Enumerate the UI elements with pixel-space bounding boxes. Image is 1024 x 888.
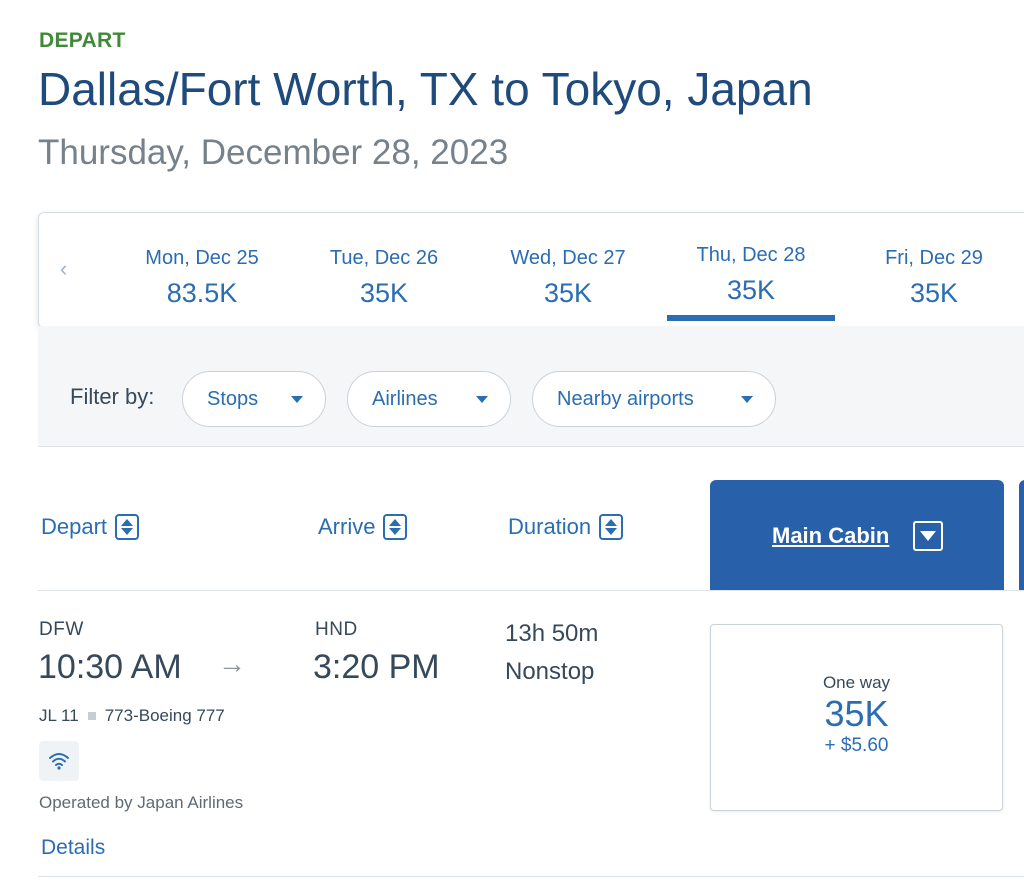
departure-time: 10:30 AM [38,648,182,686]
operated-by: Operated by Japan Airlines [39,793,244,812]
date-tab-day: Wed, Dec 27 [510,247,626,269]
date-tab-price: 35K [726,275,776,305]
chevron-down-icon [741,396,753,403]
sort-by-duration[interactable]: Duration [508,514,624,540]
nearby-airports-filter-dropdown[interactable]: Nearby airports [532,371,776,427]
travel-date: Thursday, December 28, 2023 [38,133,509,172]
divider [38,876,1024,877]
sort-by-depart[interactable]: Depart [41,514,140,540]
arrow-right-icon: → [218,648,246,679]
date-tab-day: Fri, Dec 29 [885,247,983,269]
arrival-time: 3:20 PM [313,648,440,686]
stops-filter-label: Stops [207,387,259,410]
date-tab-day: Thu, Dec 28 [696,244,806,266]
fare-taxes: + $5.60 [824,735,889,756]
date-tab-dec-28-selected[interactable]: Thu, Dec 28 35K [667,243,835,307]
date-tab-price: 35K [543,278,593,308]
separator [87,712,96,720]
chevron-down-icon [476,396,488,403]
stops-filter-dropdown[interactable]: Stops [182,371,326,427]
flight-number: JL 11 [39,706,79,725]
selected-tab-indicator [667,315,835,321]
flight-duration: 13h 50m [505,620,599,647]
flight-info: JL 11 773-Boeing 777 [39,706,225,726]
date-tab-price: 35K [909,278,959,308]
fare-type-label: One way [822,673,891,692]
details-link[interactable]: Details [41,836,105,860]
date-tab-price: 83.5K [166,278,238,308]
date-tab-price: 35K [359,278,409,308]
sort-icon [599,514,624,540]
duration-column-label: Duration [508,514,592,539]
filter-by-label: Filter by: [70,384,155,409]
route-title: Dallas/Fort Worth, TX to Tokyo, Japan [38,63,813,115]
wifi-icon [39,741,79,781]
origin-airport-code: DFW [39,619,84,640]
nearby-airports-filter-label: Nearby airports [557,387,694,410]
airlines-filter-dropdown[interactable]: Airlines [347,371,511,427]
arrive-column-label: Arrive [318,514,376,539]
airlines-filter-label: Airlines [372,387,438,410]
main-cabin-fare-button[interactable]: One way 35K + $5.60 [710,624,1003,811]
date-tab-dec-26[interactable]: Tue, Dec 26 35K [300,246,468,310]
destination-airport-code: HND [315,619,358,640]
date-tab-dec-29[interactable]: Fri, Dec 29 35K [850,246,1018,310]
date-tab-day: Mon, Dec 25 [145,247,259,269]
chevron-down-icon[interactable] [913,521,943,551]
sort-icon [115,514,140,540]
date-tab-dec-27[interactable]: Wed, Dec 27 35K [484,246,652,310]
date-tab-day: Tue, Dec 26 [329,247,439,269]
date-tab-dec-25[interactable]: Mon, Dec 25 83.5K [118,246,286,310]
depart-column-label: Depart [41,514,108,539]
chevron-down-icon [291,396,303,403]
fare-price: 35K [824,693,889,734]
next-cabin-header[interactable] [1019,480,1024,590]
previous-dates-chevron-icon[interactable]: ‹ [60,256,67,282]
sort-by-arrive[interactable]: Arrive [318,514,408,540]
stops-info: Nonstop [505,658,595,685]
aircraft-type: 773-Boeing 777 [104,706,225,725]
divider [38,590,1024,591]
main-cabin-header[interactable]: Main Cabin [710,480,1004,590]
sort-icon [383,514,408,540]
depart-label: DEPART [39,29,126,52]
main-cabin-label: Main Cabin [772,523,890,548]
